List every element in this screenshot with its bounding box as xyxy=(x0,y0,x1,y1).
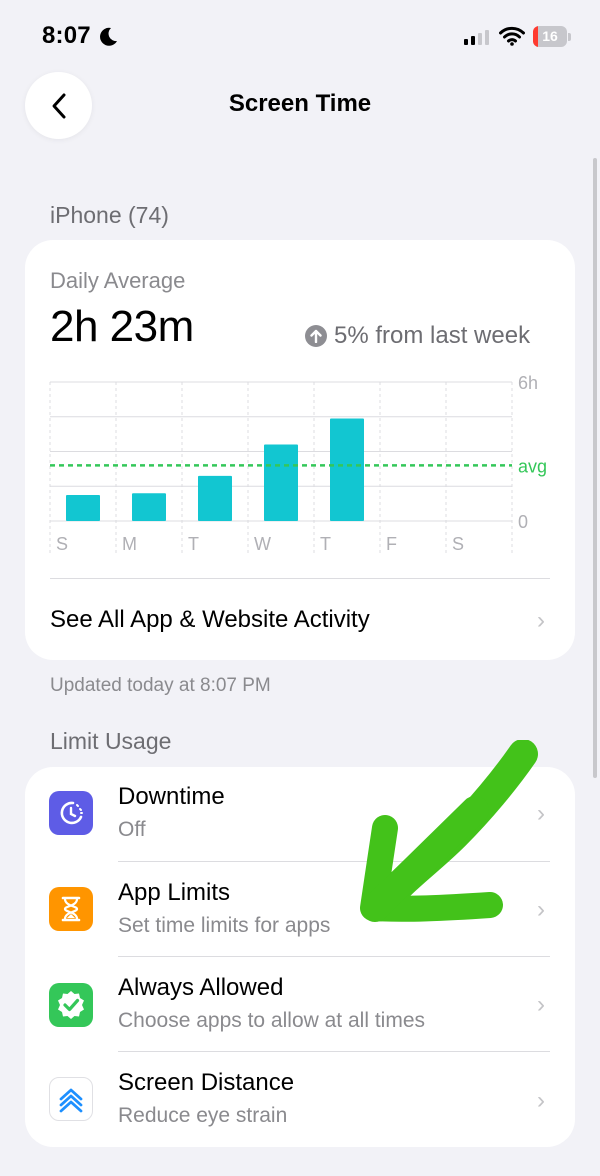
arrow-up-circle-icon xyxy=(305,325,327,347)
weekly-change: 5% from last week xyxy=(305,322,530,350)
chart-y-tick-zero: 0 xyxy=(518,512,528,532)
chart-day-label: T xyxy=(320,534,331,554)
screen-distance-row[interactable] xyxy=(25,1052,575,1147)
chart-bar-2 xyxy=(198,475,232,521)
screen-distance-subtitle: Reduce eye strain xyxy=(118,1104,288,1127)
chart-average-label: avg xyxy=(518,456,547,476)
screen-distance-title: Screen Distance xyxy=(118,1069,295,1096)
hourglass-icon xyxy=(49,887,93,931)
chart-bars xyxy=(50,418,512,521)
status-time: 8:07 xyxy=(42,22,91,49)
daily-average-label: Daily Average xyxy=(50,268,186,293)
chart-bar-4 xyxy=(330,418,364,521)
updated-timestamp: Updated today at 8:07 PM xyxy=(50,675,271,696)
weekly-usage-chart[interactable]: avg 6h 0 S M T W T F S xyxy=(0,370,600,560)
device-section-label: iPhone (74) xyxy=(50,202,169,228)
see-all-activity-link[interactable]: See All App & Website Activity xyxy=(50,606,370,634)
app-limits-title: App Limits xyxy=(118,879,231,906)
battery-icon: 16 xyxy=(533,26,567,47)
battery-level: 16 xyxy=(542,28,558,44)
chart-day-label: W xyxy=(254,534,271,554)
chart-day-label: S xyxy=(56,534,68,554)
downtime-title: Downtime xyxy=(118,783,225,810)
chart-day-label: F xyxy=(386,534,397,554)
chart-labels: avg 6h 0 S M T W T F S xyxy=(56,373,547,554)
weekly-change-text: 5% from last week xyxy=(334,322,531,349)
chart-bar-3 xyxy=(264,444,298,521)
chart-day-label: T xyxy=(188,534,199,554)
chevron-right-icon: › xyxy=(537,991,545,1018)
chart-day-label: S xyxy=(452,534,464,554)
chart-bar-0 xyxy=(66,494,100,521)
checkmark-seal-icon xyxy=(49,983,93,1027)
wifi-icon xyxy=(499,26,525,46)
card-divider xyxy=(50,578,550,579)
daily-average-value: 2h 23m xyxy=(50,302,194,351)
downtime-subtitle: Off xyxy=(118,818,146,841)
app-limits-subtitle: Set time limits for apps xyxy=(118,914,331,937)
limit-usage-section-label: Limit Usage xyxy=(50,728,172,754)
chart-day-label: M xyxy=(122,534,137,554)
always-allowed-row[interactable] xyxy=(25,957,575,1052)
chevron-right-icon: › xyxy=(537,1087,545,1114)
green-arrow-annotation xyxy=(360,740,538,922)
moon-icon xyxy=(100,27,117,46)
always-allowed-subtitle: Choose apps to allow at all times xyxy=(118,1009,425,1032)
screen-distance-icon xyxy=(49,1077,93,1121)
chart-bar-1 xyxy=(132,493,166,521)
page-title: Screen Time xyxy=(228,90,372,117)
chevron-right-icon: › xyxy=(537,607,545,634)
battery-cap xyxy=(568,33,571,41)
downtime-moon-icon xyxy=(49,791,93,835)
cellular-signal-icon xyxy=(464,30,489,45)
always-allowed-title: Always Allowed xyxy=(118,974,284,1001)
chart-y-tick-max: 6h xyxy=(518,373,538,393)
